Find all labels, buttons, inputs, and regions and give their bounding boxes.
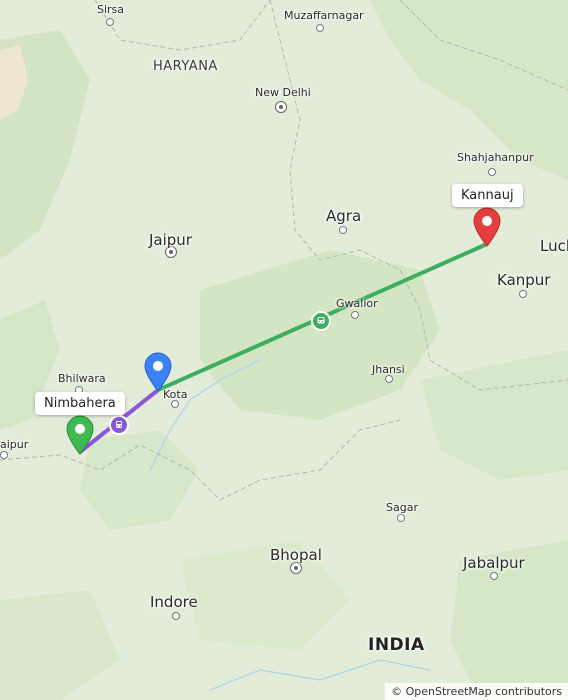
- city-label-shahjahanpur: Shahjahanpur: [457, 151, 534, 164]
- city-label-bhopal: Bhopal: [270, 546, 322, 564]
- city-label-aipur: aipur: [0, 438, 29, 451]
- map-canvas[interactable]: Sirsa Muzaffarnagar HARYANA New Delhi Sh…: [0, 0, 568, 700]
- city-label-new-delhi: New Delhi: [255, 86, 311, 99]
- destination-callout[interactable]: Kannauj: [452, 184, 523, 207]
- destination-label: Kannauj: [461, 188, 514, 203]
- region-label-haryana: HARYANA: [153, 59, 218, 74]
- city-dot: [0, 451, 8, 459]
- train-icon[interactable]: [311, 311, 331, 331]
- origin-label: Nimbahera: [44, 396, 116, 411]
- origin-callout[interactable]: Nimbahera: [35, 392, 125, 415]
- city-dot: [488, 168, 496, 176]
- city-label-jabalpur: Jabalpur: [463, 554, 525, 572]
- city-dot: [339, 226, 347, 234]
- city-label-sirsa: Sirsa: [97, 3, 125, 16]
- map-pin-icon[interactable]: [66, 415, 94, 455]
- city-dot: [397, 514, 405, 522]
- map-pin-icon[interactable]: [473, 207, 501, 247]
- city-label-muzaffarnagar: Muzaffarnagar: [284, 9, 364, 22]
- city-label-jhansi: Jhansi: [372, 363, 405, 376]
- city-label-luck: Luck: [540, 237, 568, 255]
- city-dot: [519, 290, 527, 298]
- city-label-bhilwara: Bhilwara: [58, 372, 106, 385]
- city-dot: [351, 311, 359, 319]
- city-dot: [106, 18, 114, 26]
- attribution[interactable]: © OpenStreetMap contributors: [385, 683, 568, 700]
- city-dot: [385, 375, 393, 383]
- city-label-jaipur: Jaipur: [149, 231, 192, 249]
- city-label-indore: Indore: [150, 593, 198, 611]
- city-dot: [490, 572, 498, 580]
- city-dot: [171, 400, 179, 408]
- capital-dot-new-delhi: [275, 101, 287, 113]
- city-dot: [172, 612, 180, 620]
- city-label-gwalior: Gwalior: [336, 297, 378, 310]
- map-pin-icon[interactable]: [144, 352, 172, 392]
- city-label-kanpur: Kanpur: [497, 271, 551, 289]
- city-dot: [316, 24, 324, 32]
- city-label-sagar: Sagar: [386, 501, 418, 514]
- attribution-text: © OpenStreetMap contributors: [391, 685, 562, 698]
- country-label-india: INDIA: [368, 635, 425, 655]
- bus-icon[interactable]: [109, 415, 129, 435]
- city-label-agra: Agra: [326, 207, 362, 225]
